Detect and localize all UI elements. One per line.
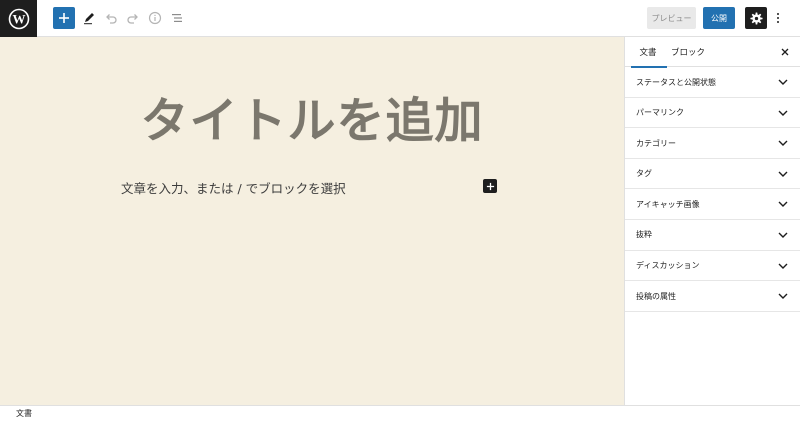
tab-block[interactable]: ブロック bbox=[671, 37, 705, 67]
close-icon bbox=[781, 48, 789, 56]
panel-label: ディスカッション bbox=[636, 261, 700, 271]
panel-tags[interactable]: タグ bbox=[625, 159, 800, 190]
settings-button[interactable] bbox=[745, 7, 767, 29]
panel-label: タグ bbox=[636, 169, 652, 179]
list-view-button[interactable] bbox=[166, 7, 188, 29]
panel-status-visibility[interactable]: ステータスと公開状態 bbox=[625, 67, 800, 98]
chevron-down-icon bbox=[777, 107, 789, 119]
close-sidebar-button[interactable] bbox=[778, 45, 792, 59]
info-icon bbox=[148, 11, 162, 25]
inline-add-block-button[interactable] bbox=[483, 179, 497, 193]
panel-label: 抜粋 bbox=[636, 230, 652, 240]
block-breadcrumb-bar: 文書 bbox=[0, 405, 800, 421]
panel-excerpt[interactable]: 抜粋 bbox=[625, 220, 800, 251]
chevron-down-icon bbox=[777, 137, 789, 149]
details-button[interactable] bbox=[144, 7, 166, 29]
post-title-field[interactable]: タイトルを追加 bbox=[0, 81, 624, 151]
tab-document[interactable]: 文書 bbox=[631, 37, 667, 68]
undo-button[interactable] bbox=[100, 7, 122, 29]
chevron-down-icon bbox=[777, 290, 789, 302]
more-vertical-icon bbox=[777, 13, 779, 23]
panel-permalink[interactable]: パーマリンク bbox=[625, 98, 800, 129]
plus-icon bbox=[486, 182, 494, 190]
preview-button[interactable]: プレビュー bbox=[647, 7, 696, 29]
wordpress-logo-icon[interactable]: W bbox=[0, 0, 37, 37]
more-options-button[interactable] bbox=[772, 7, 784, 29]
panel-label: カテゴリー bbox=[636, 138, 676, 148]
panel-post-attributes[interactable]: 投稿の属性 bbox=[625, 281, 800, 312]
chevron-down-icon bbox=[777, 76, 789, 88]
add-block-button[interactable] bbox=[53, 7, 75, 29]
panel-label: アイキャッチ画像 bbox=[636, 199, 700, 209]
svg-text:W: W bbox=[12, 11, 25, 26]
redo-icon bbox=[127, 14, 138, 24]
undo-icon bbox=[106, 14, 117, 24]
chevron-down-icon bbox=[777, 260, 789, 272]
redo-button[interactable] bbox=[122, 7, 144, 29]
panel-featured-image[interactable]: アイキャッチ画像 bbox=[625, 189, 800, 220]
edit-tools-button[interactable] bbox=[78, 7, 100, 29]
list-view-icon bbox=[172, 14, 182, 22]
chevron-down-icon bbox=[777, 168, 789, 180]
chevron-down-icon bbox=[777, 229, 789, 241]
pencil-icon bbox=[84, 13, 94, 25]
panel-label: 投稿の属性 bbox=[636, 291, 676, 301]
panel-discussion[interactable]: ディスカッション bbox=[625, 251, 800, 282]
panel-label: パーマリンク bbox=[636, 108, 684, 118]
breadcrumb-document[interactable]: 文書 bbox=[16, 408, 32, 419]
plus-icon bbox=[59, 13, 69, 23]
sidebar-tabs: 文書 ブロック bbox=[625, 37, 800, 68]
panel-label: ステータスと公開状態 bbox=[636, 77, 716, 87]
settings-sidebar: 文書 ブロック ステータスと公開状態 パーマリンク カテゴリー タグ アイキャッ… bbox=[624, 37, 800, 405]
publish-button[interactable]: 公開 bbox=[703, 7, 735, 29]
top-toolbar: W プレビュー 公開 bbox=[0, 0, 800, 37]
panel-categories[interactable]: カテゴリー bbox=[625, 128, 800, 159]
gear-icon bbox=[749, 11, 763, 25]
chevron-down-icon bbox=[777, 198, 789, 210]
editor-canvas[interactable]: タイトルを追加 文章を入力、または / でブロックを選択 bbox=[0, 37, 624, 405]
paragraph-placeholder[interactable]: 文章を入力、または / でブロックを選択 bbox=[121, 178, 346, 197]
